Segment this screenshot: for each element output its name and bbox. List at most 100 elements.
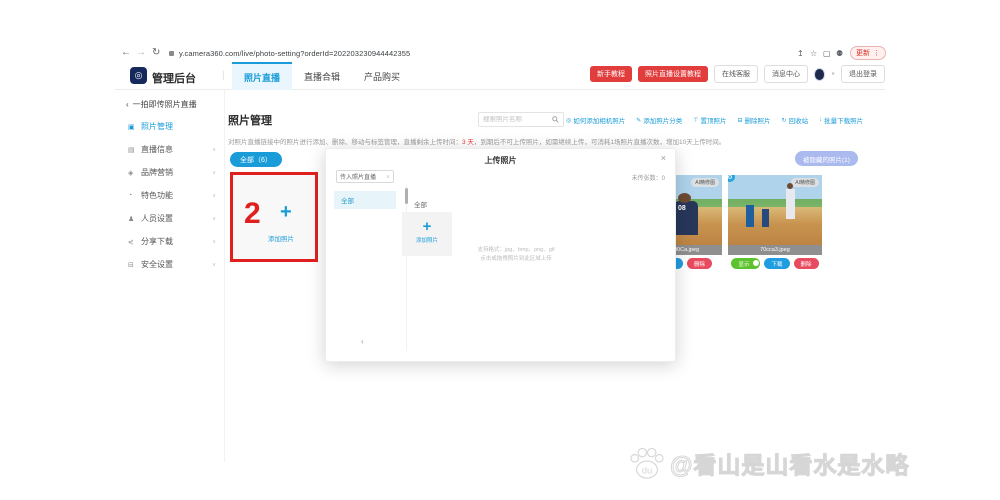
live-album-select[interactable]: 传入照片直播 ∨	[336, 170, 394, 183]
sidebar-back-link[interactable]: ‹ 一拍即传照片直播	[126, 99, 197, 110]
header-divider: |	[222, 70, 225, 81]
delete-button[interactable]: 删除	[793, 258, 819, 269]
header-tabs: 照片直播 直播合辑 产品购买	[232, 62, 412, 90]
download-button[interactable]: 下载	[764, 258, 790, 269]
search-icon[interactable]	[552, 116, 559, 123]
tab-live-collection[interactable]: 直播合辑	[292, 62, 352, 90]
photo-filename: 70cca3.jpeg	[728, 245, 822, 255]
section-label: 全部	[414, 202, 427, 209]
watermark: du @看山是山看水是水略	[628, 446, 909, 480]
tutorial-button[interactable]: 新手教程	[590, 66, 632, 82]
paw-logo-icon: du	[630, 447, 664, 479]
brand-icon: ◈	[128, 169, 134, 177]
profile-icon[interactable]: ⚉	[836, 47, 843, 61]
online-service-button[interactable]: 在线客服	[714, 65, 758, 83]
delete-button[interactable]: 删除	[687, 258, 713, 269]
avatar-chevron-icon[interactable]: ∨	[831, 71, 835, 77]
chevron-down-icon: ∨	[212, 238, 216, 245]
sidebar-item-share-download[interactable]: ⋞ 分享下载 ∨	[128, 236, 216, 247]
photo-thumbnail[interactable]: ⚙ AI精修图	[728, 175, 822, 245]
plus-icon: +	[280, 201, 292, 223]
browser-forward-icon[interactable]: →	[136, 46, 146, 60]
screenshot-root: ← → ↻ y.camera360.com/live/photo-setting…	[0, 0, 1000, 500]
batch-download-link[interactable]: ↓ 批量下载照片	[819, 115, 863, 125]
pin-photo-link[interactable]: ⊤ 置顶照片	[693, 115, 726, 126]
search-box	[478, 112, 564, 127]
modal-title: 上传照片	[484, 156, 517, 165]
browser-menu-icon: ⋮	[873, 50, 880, 57]
person-icon: ♟	[128, 215, 135, 223]
recycle-icon: ↻	[781, 117, 787, 124]
pin-icon: ⊤	[693, 117, 699, 124]
svg-text:du: du	[642, 465, 653, 476]
page-title: 照片管理	[228, 115, 272, 127]
sidebar-item-special-features[interactable]: ◔ 特色功能 ∨	[128, 190, 216, 201]
upload-label: 添加照片	[415, 238, 438, 244]
plus-icon: +	[422, 218, 432, 235]
collapse-arrow-icon[interactable]: ‹	[361, 337, 364, 346]
gear-icon[interactable]: ⚙	[728, 175, 735, 182]
list-icon: ▤	[128, 146, 135, 154]
browser-update-button[interactable]: 更新 ⋮	[850, 46, 886, 60]
recycle-bin-link[interactable]: ↻ 回收站	[781, 115, 809, 126]
hidden-photos-pill[interactable]: 被隐藏的照片(1)	[795, 151, 858, 166]
select-chevron-icon: ∨	[386, 173, 390, 180]
share-icon[interactable]: ↥	[797, 47, 804, 61]
feature-icon: ◔	[128, 192, 133, 199]
jersey-number: 08	[678, 205, 686, 212]
photo-tag: AI精修图	[791, 178, 819, 187]
bookmark-star-icon[interactable]: ☆	[810, 47, 817, 61]
sidepanel-icon[interactable]: ▢	[823, 47, 831, 61]
trash-icon: ⊟	[737, 117, 743, 124]
header-actions: 新手教程 照片直播设置教程 在线客服 消息中心 ∨ 退出登录	[590, 65, 885, 83]
app-logo: ◎	[130, 67, 147, 84]
chevron-down-icon: ∨	[212, 146, 216, 153]
tab-photo-live[interactable]: 照片直播	[232, 62, 293, 90]
photo-icon: ▣	[128, 123, 135, 131]
upload-counter: 未传张数：0	[631, 176, 665, 182]
remaining-days: 3 天	[462, 139, 474, 146]
page-description: 对照片直播链接中的照片进行添加、删除、移动与标签管理，直播剩余上传时间：3 天，…	[228, 139, 726, 146]
url-bar[interactable]: y.camera360.com/live/photo-setting?order…	[179, 49, 410, 58]
help-icon: ◎	[566, 117, 572, 124]
sidebar-item-security-settings[interactable]: ⊟ 安全设置 ∨	[128, 259, 216, 270]
setting-tutorial-button[interactable]: 照片直播设置教程	[638, 66, 708, 82]
sidebar-item-photo-management[interactable]: ▣ 照片管理	[128, 121, 216, 132]
category-item-all[interactable]: 全部	[334, 191, 396, 209]
modal-divider	[406, 185, 407, 351]
photo-toolbar: ◎ 如何添加相机照片 ✎ 添加照片分类 ⊤ 置顶照片 ⊟ 删除照片 ↻ 回收站 ↓ 批量下载…	[566, 115, 863, 125]
edit-icon: ✎	[636, 117, 642, 124]
search-input[interactable]	[483, 116, 549, 123]
filter-all-pill[interactable]: 全部（6）	[230, 152, 282, 167]
scrollbar-thumb[interactable]	[405, 188, 408, 204]
browser-update-label: 更新	[856, 50, 870, 57]
tab-product-purchase[interactable]: 产品购买	[352, 62, 412, 90]
sidebar-item-live-info[interactable]: ▤ 直播信息 ∨	[128, 144, 216, 155]
how-to-add-camera-photos-link[interactable]: ◎ 如何添加相机照片	[566, 115, 625, 126]
browser-refresh-icon[interactable]: ↻	[152, 46, 160, 60]
photo-tag: AI精修图	[691, 178, 719, 187]
download-icon: ↓	[819, 117, 823, 123]
delete-photo-link[interactable]: ⊟ 删除照片	[737, 115, 771, 126]
sidebar-item-brand-marketing[interactable]: ◈ 品牌营销 ∨	[128, 167, 216, 178]
chevron-down-icon: ∨	[212, 169, 216, 176]
chevron-down-icon: ∨	[212, 215, 216, 222]
annotation-step-number: 2	[244, 197, 261, 230]
add-photo-category-link[interactable]: ✎ 添加照片分类	[636, 115, 682, 126]
chevron-down-icon: ∨	[212, 261, 216, 268]
browser-back-icon[interactable]: ←	[121, 46, 131, 60]
lock-icon	[169, 51, 174, 56]
avatar[interactable]	[814, 67, 826, 81]
watermark-text: @看山是山看水是水略	[669, 452, 910, 479]
message-center-button[interactable]: 消息中心	[764, 65, 808, 83]
back-chevron-icon: ‹	[126, 100, 129, 109]
upload-hint: 支持格式：jpg、bmp、png、gif 点击或拖拽照片到此区域上传	[477, 247, 555, 262]
chevron-down-icon: ∨	[212, 192, 216, 199]
add-photo-label: 添加照片	[268, 236, 294, 243]
photo-card: ⚙ AI精修图 70cca3.jpeg 显示 下载 删除	[728, 175, 822, 269]
close-icon[interactable]: ×	[661, 153, 666, 163]
logout-button[interactable]: 退出登录	[841, 65, 885, 83]
sidebar-item-personnel-settings[interactable]: ♟ 人员设置 ∨	[128, 213, 216, 224]
visibility-toggle[interactable]: 显示	[731, 258, 761, 269]
add-photo-card[interactable]: 2 + 添加照片	[230, 172, 318, 262]
